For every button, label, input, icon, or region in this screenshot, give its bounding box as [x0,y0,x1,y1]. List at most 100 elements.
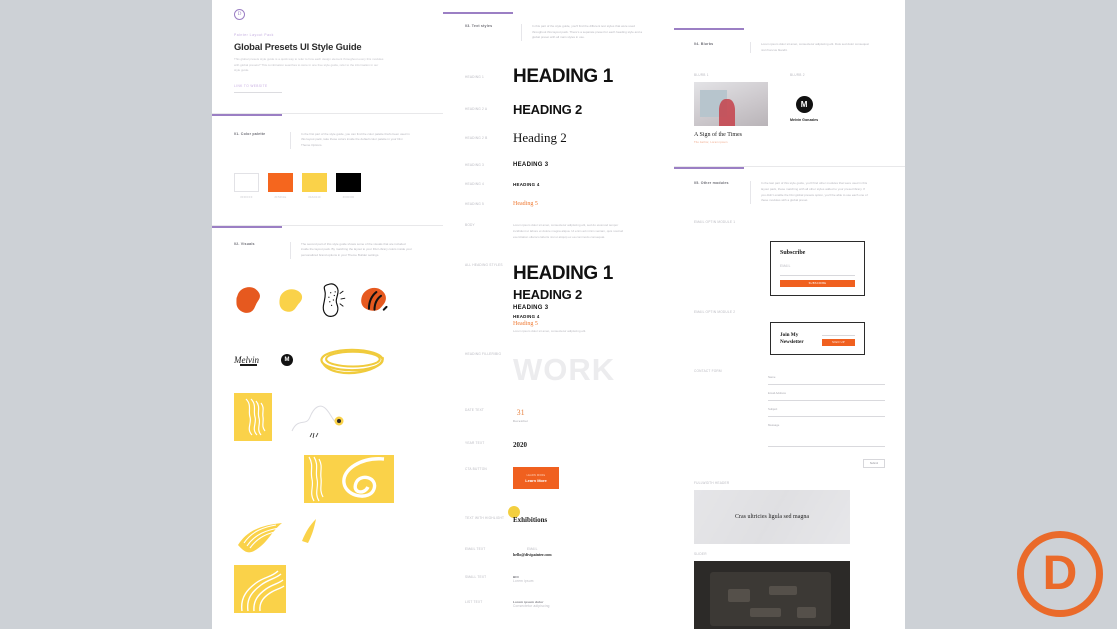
cta-tag: CTA BUTTON [465,467,487,472]
swatch-color-2 [268,172,293,192]
page-eyebrow: Painter Layout Pack [234,33,274,37]
swatch-color-1 [234,172,259,192]
section-desc-04: Lorem ipsum dolor sit amet, consectetur … [750,42,870,54]
blurb-card-subtitle: The Author, Lorem ipsum [694,141,728,145]
subscribe-email-input[interactable] [780,269,855,276]
fullwidth-header-block: FULLWIDTH HEADER Cras ultricies ligula s… [674,481,905,545]
blurb-card[interactable]: BLURB 1 A Sign of the Times The Author, … [694,73,768,144]
swatch-label-4: #000000 [342,195,355,199]
desk-object-4 [796,606,816,619]
brand-mark-row: Melvin M [212,343,443,377]
subscribe-tag: EMAIL OPTIN MODULE 1 [694,219,736,224]
watermark-tag: HEADING FILLER/BIG [465,352,502,357]
style-guide-page-left: D Painter Layout Pack Global Presets UI … [212,0,443,629]
email-block: EMAIL TEXT EMAIL hello@divipainter.com [443,547,674,557]
text-style-row-h1: HEADING 1 HEADING 1 [443,66,674,88]
section-desc-02: The second part of this style guide show… [290,241,412,259]
newsletter-button[interactable]: SIGN UP [822,339,855,347]
watermark-block: HEADING FILLER/BIG WORK [443,352,674,388]
topo-block-yellow-icon [234,564,286,613]
contact-input-email[interactable] [768,395,885,402]
contact-input-name[interactable] [768,379,885,386]
newsletter-module-block: EMAIL OPTIN MODULE 2 Join My Newsletter … [674,310,905,356]
text-style-row-h3: HEADING 3 HEADING 3 [443,162,674,168]
email-value[interactable]: hello@divipainter.com [513,552,552,557]
section-desc-05: In the last part of this style guide, yo… [750,181,870,204]
spiral-yellow-icon [326,454,394,503]
swatch-label-1: #FFFFFF [240,195,253,199]
contact-field-name[interactable]: Name [768,375,885,386]
cta-button-block: CTA BUTTON LEARN MORE Learn More [443,467,674,490]
combined-h3: HEADING 3 [513,304,549,311]
color-swatch-row: #FFFFFF #F5661E #FAD249 #000000 [212,172,443,199]
section-visuals: 02. Visuals The second part of this styl… [212,241,443,259]
accent-rule-2 [212,225,282,228]
desk-object-2 [768,585,797,596]
date-tag: DATE TEXT [465,408,485,413]
blob-yellow-icon [279,289,303,313]
blurb-card-tag: BLURB 1 [694,73,709,78]
brand-logo-letter: D [237,12,242,17]
highlight-block: TEXT WITH HIGHLIGHT Exhibitions [443,506,674,527]
text-style-sample-h4: HEADING 4 [513,182,540,188]
contact-input-message[interactable] [768,427,885,448]
date-day: 31 [516,408,525,418]
learn-more-button[interactable]: LEARN MORE Learn More [513,467,559,490]
contact-input-subject[interactable] [768,411,885,418]
combined-body: Lorem ipsum dolor sit amet, consectetur … [513,328,587,333]
extra-tag-1: SMALL TEXT [465,575,487,580]
contact-field-email[interactable]: Email Address [768,391,885,402]
blob-orange-icon [236,287,260,314]
year-tag: YEAR TEXT [465,441,485,446]
text-style-sample-h2b: Heading 2 [513,130,567,146]
year-value: 2020 [513,441,527,450]
swatch-2: #F5661E [268,172,293,199]
fullwidth-header-caption: Cras ultricies ligula sed magna [735,514,809,521]
signature-logo: Melvin [234,354,259,366]
highlight-tag: TEXT WITH HIGHLIGHT [465,516,505,521]
blurb-card-image [694,82,768,127]
accent-rule-3 [443,12,513,14]
text-style-sample-body: Lorem ipsum dolor sit amet, consectetur … [513,223,624,239]
section-blurbs: 04. Blurbs Lorem ipsum dolor sit amet, c… [674,42,905,54]
contact-form-tag: CONTACT FORM [694,369,722,374]
text-style-tag-h3: HEADING 3 [465,162,484,167]
contact-field-message[interactable]: Message [768,423,885,448]
fullwidth-header-image: Cras ultricies ligula sed magna [694,490,850,545]
text-style-tag-h4: HEADING 4 [465,182,484,187]
fullwidth-header-tag: FULLWIDTH HEADER [694,481,730,486]
newsletter-tag: EMAIL OPTIN MODULE 2 [694,309,736,314]
newsletter-module[interactable]: Join My Newsletter SIGN UP [770,322,865,356]
extra-row-1: SMALL TEXT BIO Lorem ipsum [443,575,674,584]
newsletter-email-input[interactable] [822,331,855,337]
topo-bar-yellow-icon [304,454,326,503]
learn-more-label: Learn More [525,477,547,483]
screenshot-stage: D Painter Layout Pack Global Presets UI … [0,0,1117,629]
wave-yellow-icon [238,522,282,553]
subscribe-button[interactable]: SUBSCRIBE [780,279,855,287]
monogram-letter: M [284,356,290,363]
text-style-sample-h2a: HEADING 2 [513,102,582,118]
page-intro: This global presets style guide is a qui… [234,57,384,73]
contact-field-subject[interactable]: Subject [768,407,885,418]
slider-tag: SLIDER [694,552,707,557]
newsletter-title: Join My Newsletter [780,331,804,345]
text-style-tag-h2b: HEADING 2 B [465,135,488,140]
divi-logo-icon: D [1017,531,1103,617]
blurb-person-tag: BLURB 2 [790,73,805,78]
monogram-badge-icon: M [281,353,293,366]
website-link[interactable]: LINK TO WEBSITE [234,84,421,88]
blurb-person[interactable]: BLURB 2 M Melvin Gonzales [790,73,818,144]
highlight-text: Exhibitions [513,516,548,525]
swatch-label-2: #F5661E [274,195,287,199]
text-style-tag-body: BODY [465,223,475,228]
text-style-row-h2b: HEADING 2 B Heading 2 [443,130,674,146]
section-number-04: 04. Blurbs [694,42,714,46]
blurb-row: BLURB 1 A Sign of the Times The Author, … [674,73,905,144]
text-style-sample-h3: HEADING 3 [513,162,549,169]
highlight-sample: Exhibitions [508,506,548,527]
contact-submit-button[interactable]: Submit [862,459,885,469]
learn-more-kicker: LEARN MORE [526,473,546,477]
subscribe-module[interactable]: Subscribe EMAIL SUBSCRIBE [770,240,865,296]
text-style-tag-h1: HEADING 1 [465,74,484,79]
